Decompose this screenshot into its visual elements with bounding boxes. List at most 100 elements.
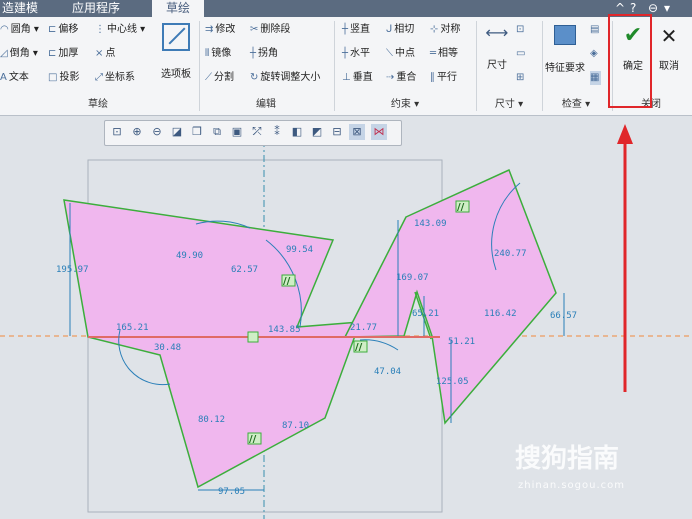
zoom-out-icon[interactable]: ⊖ <box>149 124 165 140</box>
refit-icon[interactable]: ⊡ <box>109 124 125 140</box>
reference-dimension-icon[interactable]: ⊞ <box>516 71 526 85</box>
dimension-icon: ⟷ <box>485 23 509 42</box>
shade-closed-loops-icon[interactable]: ▦ <box>590 71 602 85</box>
svg-text://: // <box>283 276 291 287</box>
dim-label[interactable]: 30.48 <box>154 343 181 353</box>
parallel-constraint-button[interactable]: ∥ 平行 <box>430 71 457 85</box>
dim-label[interactable]: 66.57 <box>550 311 577 321</box>
horizontal-constraint-button[interactable]: ┼ 水平 <box>342 47 370 61</box>
dim-label[interactable]: 65.21 <box>412 309 439 319</box>
thicken-icon: ⊏ <box>48 48 57 59</box>
equal-icon: ═ <box>430 48 437 59</box>
dim-label[interactable]: 80.12 <box>198 415 225 425</box>
overlap-icon[interactable]: ▤ <box>590 23 601 37</box>
symmetric-icon: ⊹ <box>430 24 439 35</box>
dim-label[interactable]: 125.05 <box>436 377 469 387</box>
sketch-view-icon[interactable]: ⊟ <box>329 124 345 140</box>
perpendicular-constraint-button[interactable]: ⊥ 垂直 <box>342 71 373 85</box>
point-button[interactable]: × 点 <box>95 47 115 61</box>
group-label-dimension: 尺寸 ▾ <box>494 99 524 110</box>
perpendicular-icon: ⊥ <box>342 72 351 83</box>
coincident-constraint-button[interactable]: ⇢ 重合 <box>386 71 416 85</box>
dim-label[interactable]: 99.54 <box>286 245 313 255</box>
feature-requirements-icon <box>554 25 576 45</box>
zoom-in-icon[interactable]: ⊕ <box>129 124 145 140</box>
ribbon-tab-bar: 造建模 应用程序 草绘 ^ ? ⊖ ▾ <box>0 0 692 17</box>
repaint-icon[interactable]: ◪ <box>169 124 185 140</box>
dim-label[interactable]: 143.09 <box>414 219 447 229</box>
thicken-button[interactable]: ⊏ 加厚 <box>48 47 78 61</box>
centerline-icon: ⋮ <box>95 24 105 35</box>
project-button[interactable]: □ 投影 <box>48 71 79 85</box>
coordinate-system-button[interactable]: ⤢ 坐标系 <box>95 71 135 85</box>
dim-label[interactable]: 240.77 <box>494 249 527 259</box>
tab-applications[interactable]: 应用程序 <box>72 0 120 17</box>
dimension-display-icon[interactable]: ⋈ <box>371 124 387 140</box>
options-board-button[interactable]: 选项板 <box>158 21 194 80</box>
tab-model[interactable]: 造建模 <box>2 0 38 17</box>
tangent-constraint-button[interactable]: ᒍ 相切 <box>386 23 414 37</box>
annotation-display-icon[interactable]: ◧ <box>289 124 305 140</box>
midpoint-constraint-button[interactable]: ⟍ 中点 <box>386 47 415 61</box>
spin-center-icon[interactable]: ◩ <box>309 124 325 140</box>
perimeter-dimension-icon[interactable]: ⊡ <box>516 23 526 37</box>
dim-label[interactable]: 47.04 <box>374 367 401 377</box>
dim-label[interactable]: 21.77 <box>350 323 377 333</box>
sketch-region-left[interactable] <box>63 199 362 489</box>
dim-label[interactable]: 51.21 <box>448 337 475 347</box>
graphics-toolbar: ⊡ ⊕ ⊖ ◪ ❒ ⧉ ▣ ⤱ ⁑ ◧ ◩ ⊟ ⊠ ⋈ <box>104 120 402 146</box>
ribbon: ◠ 圆角 ▾ ◿ 倒角 ▾ A 文本 ⊏ 偏移 ⊏ 加厚 □ 投影 ⋮ 中心线 ▾ × 点 ⤢ 坐… <box>0 17 692 116</box>
display-style-icon[interactable]: ❒ <box>189 124 205 140</box>
centerline-button[interactable]: ⋮ 中心线 ▾ <box>95 23 145 37</box>
dropdown-icon[interactable]: ▾ <box>664 0 670 17</box>
fillet-button[interactable]: ◠ 圆角 ▾ <box>0 23 39 37</box>
dim-label[interactable]: 62.57 <box>231 265 258 275</box>
vertical-icon: ┼ <box>342 24 349 35</box>
view-manager-icon[interactable]: ▣ <box>229 124 245 140</box>
delete-segment-button[interactable]: ✂ 删除段 <box>250 23 290 37</box>
group-label-edit: 编辑 <box>256 99 276 110</box>
tab-sketch[interactable]: 草绘 <box>152 0 205 17</box>
dimension-button[interactable]: ⟷ 尺寸 <box>480 23 514 71</box>
baseline-dimension-icon[interactable]: ▭ <box>516 47 527 61</box>
modify-icon: ⇉ <box>205 24 214 35</box>
offset-button[interactable]: ⊏ 偏移 <box>48 23 78 37</box>
divide-button[interactable]: ⟋ 分割 <box>205 71 234 85</box>
palette-icon <box>162 23 190 51</box>
modify-button[interactable]: ⇉ 修改 <box>205 23 235 37</box>
corner-button[interactable]: ┼ 拐角 <box>250 47 278 61</box>
horizontal-icon: ┼ <box>342 48 349 59</box>
mirror-button[interactable]: ⫴ 镜像 <box>205 47 231 61</box>
text-icon: A <box>0 72 7 83</box>
dim-label[interactable]: 195.97 <box>56 265 89 275</box>
divide-icon: ⟋ <box>205 72 212 83</box>
point-icon: × <box>95 48 104 59</box>
rotate-resize-button[interactable]: ↻ 旋转调整大小 <box>250 71 320 85</box>
dim-label[interactable]: 169.07 <box>396 273 429 283</box>
coordinate-icon: ⤢ <box>95 72 103 83</box>
chamfer-button[interactable]: ◿ 倒角 ▾ <box>0 47 38 61</box>
saved-orientations-icon[interactable]: ⧉ <box>209 124 225 140</box>
parallel-icon: ∥ <box>430 72 435 83</box>
symmetric-constraint-button[interactable]: ⊹ 对称 <box>430 23 460 37</box>
dim-label[interactable]: 116.42 <box>484 309 517 319</box>
sketcher-display-icon[interactable]: ⊠ <box>349 124 365 140</box>
dim-label[interactable]: 87.10 <box>282 421 309 431</box>
feature-requirements-button[interactable]: 特征要求 <box>544 23 586 74</box>
dim-label[interactable]: 97.05 <box>218 487 245 497</box>
watermark-url: zhinan.sogou.com <box>518 480 626 491</box>
equal-constraint-button[interactable]: ═ 相等 <box>430 47 458 61</box>
dim-label[interactable]: 165.21 <box>116 323 149 333</box>
text-button[interactable]: A 文本 <box>0 71 29 85</box>
perspective-icon[interactable]: ⤱ <box>249 124 265 140</box>
vertical-constraint-button[interactable]: ┼ 竖直 <box>342 23 370 37</box>
coincident-icon: ⇢ <box>386 72 395 83</box>
tangent-icon: ᒍ <box>386 24 393 35</box>
dim-label[interactable]: 49.90 <box>176 251 203 261</box>
cancel-button[interactable]: ✕ 取消 <box>654 23 684 72</box>
group-label-constraint: 约束 ▾ <box>390 99 420 110</box>
open-ends-icon[interactable]: ◈ <box>590 47 600 61</box>
datum-display-icon[interactable]: ⁑ <box>269 124 285 140</box>
svg-text://: // <box>457 202 465 213</box>
dim-label[interactable]: 143.85 <box>268 325 301 335</box>
